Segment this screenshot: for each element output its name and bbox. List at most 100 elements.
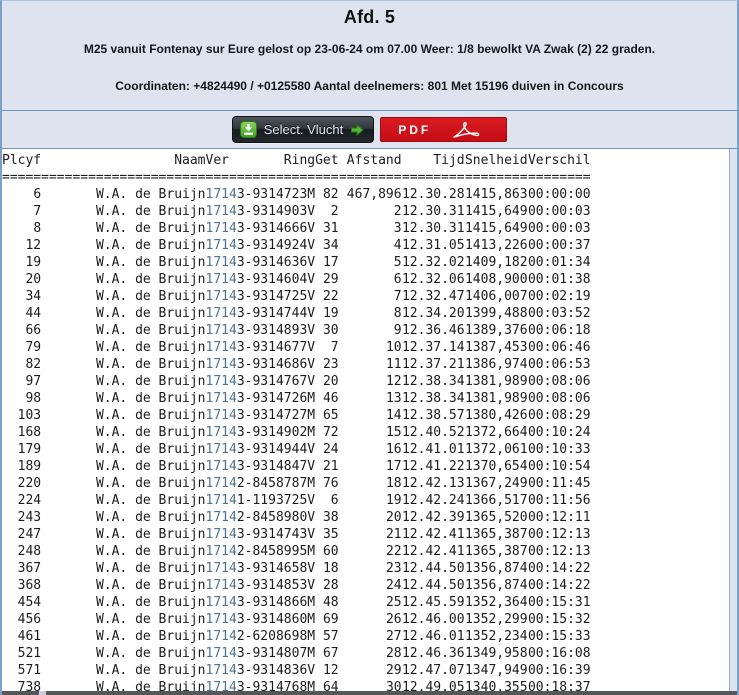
cell-get: 2	[330, 204, 339, 219]
pdf-button[interactable]: PDF	[380, 117, 508, 142]
cell-ver-link[interactable]: 1714	[206, 611, 237, 628]
cell-tijd: 12.47.07	[401, 663, 465, 678]
cell-plcyf: 6	[33, 187, 42, 202]
cell-ver-link[interactable]: 1714	[206, 407, 237, 424]
cell-get: 18	[322, 561, 339, 576]
cell-ver-link[interactable]: 1714	[206, 594, 237, 611]
cell-ver-link[interactable]: 1714	[206, 458, 237, 475]
cell-ver-link[interactable]: 1714	[206, 254, 237, 271]
cell-ring: 3-9314944V	[236, 442, 316, 457]
report-header: Afd. 5 M25 vanuit Fontenay sur Eure gelo…	[2, 1, 737, 111]
table-row: 8 W.A. de Bruijn 1714 3-9314666V 31 3 12…	[2, 220, 590, 237]
cell-plcyf: 97	[25, 374, 42, 389]
cell-ver-link[interactable]: 1714	[206, 492, 237, 509]
cell-ver-link[interactable]: 1714	[206, 322, 237, 339]
cell-snelheid: 1372,664	[464, 425, 528, 440]
cell-plcyf: 44	[25, 306, 42, 321]
cell-naam: W.A. de Bruijn	[95, 595, 206, 610]
cell-verschil: 00:11:45	[527, 476, 591, 491]
cell-ver-link[interactable]: 1714	[206, 526, 237, 543]
col-ver: Ver	[205, 153, 229, 168]
table-row: 79 W.A. de Bruijn 1714 3-9314677V 7 10 1…	[2, 339, 590, 356]
cell-get: 21	[322, 459, 339, 474]
cell-ver-link[interactable]: 1714	[206, 475, 237, 492]
cell-ver-link[interactable]: 1714	[206, 645, 237, 662]
cell-snelheid: 1380,426	[464, 408, 528, 423]
cell-naam: W.A. de Bruijn	[95, 306, 206, 321]
cell-ring: 2-8458995M	[236, 544, 316, 559]
cell-naam: W.A. de Bruijn	[95, 646, 206, 661]
cell-verschil: 00:00:03	[527, 204, 591, 219]
cell-naam: W.A. de Bruijn	[95, 187, 206, 202]
cell-snelheid: 1365,520	[464, 510, 528, 525]
cell-ver-link[interactable]: 1714	[206, 424, 237, 441]
cell-ver-link[interactable]: 1714	[206, 339, 237, 356]
cell-plcyf: 19	[25, 255, 42, 270]
separator: =====================	[41, 170, 206, 185]
cell-tijd: 12.40.52	[401, 425, 465, 440]
cell-ver-link[interactable]: 1714	[206, 560, 237, 577]
cell-afstand: 25	[385, 595, 402, 610]
cell-ver-link[interactable]: 1714	[206, 203, 237, 220]
cell-ver-link[interactable]: 1714	[206, 271, 237, 288]
cell-ver-link[interactable]: 1714	[206, 356, 237, 373]
cell-afstand: 13	[385, 391, 402, 406]
cell-snelheid: 1356,874	[464, 561, 528, 576]
cell-ver-link[interactable]: 1714	[206, 441, 237, 458]
cell-get: 35	[322, 527, 339, 542]
cell-naam: W.A. de Bruijn	[95, 340, 206, 355]
cell-ver-link[interactable]: 1714	[206, 237, 237, 254]
cell-plcyf: 179	[17, 442, 42, 457]
cell-snelheid: 1370,654	[464, 459, 528, 474]
cell-tijd: 12.38.34	[401, 374, 465, 389]
cell-ver-link[interactable]: 1714	[206, 373, 237, 390]
cell-ring: 2-8458787M	[236, 476, 316, 491]
cell-ring: 3-9314902M	[236, 425, 316, 440]
cell-afstand: 19	[385, 493, 402, 508]
cell-tijd: 12.46.00	[401, 612, 465, 627]
cell-ver-link[interactable]: 1714	[206, 509, 237, 526]
results-body: 6 W.A. de Bruijn 1714 3-9314723M 82 467,…	[2, 186, 591, 695]
cell-snelheid: 1415,649	[464, 204, 528, 219]
cell-plcyf: 66	[25, 323, 42, 338]
cell-tijd: 12.37.21	[401, 357, 465, 372]
table-row: 248 W.A. de Bruijn 1714 2-8458995M 60 22…	[2, 543, 591, 560]
cell-afstand: 3	[393, 221, 402, 236]
cell-snelheid: 1366,517	[464, 493, 528, 508]
cell-ver-link[interactable]: 1714	[206, 662, 237, 679]
cell-naam: W.A. de Bruijn	[95, 476, 206, 491]
cell-ver-link[interactable]: 1714	[206, 577, 237, 594]
cell-get: 29	[322, 272, 339, 287]
cell-verschil: 00:10:54	[527, 459, 591, 474]
cell-ver-link[interactable]: 1714	[206, 186, 237, 203]
cell-ver-link[interactable]: 1714	[206, 220, 237, 237]
cell-afstand: 27	[385, 629, 402, 644]
cell-snelheid: 1381,989	[464, 374, 528, 389]
cell-tijd: 12.42.24	[401, 493, 465, 508]
cell-ring: 3-9314847V	[236, 459, 316, 474]
cell-snelheid: 1367,249	[464, 476, 528, 491]
cell-plcyf: 571	[17, 663, 42, 678]
select-flight-button[interactable]: Select. Vlucht	[231, 116, 375, 143]
cell-ver-link[interactable]: 1714	[206, 390, 237, 407]
table-row: 224 W.A. de Bruijn 1714 1-1193725V 6 19 …	[2, 492, 591, 509]
cell-plcyf: 168	[17, 425, 42, 440]
cell-plcyf: 243	[17, 510, 42, 525]
cell-ver-link[interactable]: 1714	[206, 628, 237, 645]
cell-tijd: 12.45.59	[401, 595, 465, 610]
cell-plcyf: 79	[25, 340, 42, 355]
cell-ver-link[interactable]: 1714	[206, 288, 237, 305]
cell-naam: W.A. de Bruijn	[95, 255, 206, 270]
cell-ring: 3-9314924V	[236, 238, 316, 253]
col-naam: Naam	[174, 153, 206, 168]
cell-ring: 3-9314836V	[236, 663, 316, 678]
cell-ring: 3-9314677V	[236, 340, 316, 355]
cell-get: 67	[322, 646, 339, 661]
cell-tijd: 12.44.50	[401, 578, 465, 593]
cell-ver-link[interactable]: 1714	[206, 305, 237, 322]
cell-verschil: 00:15:32	[527, 612, 591, 627]
cell-get: 34	[322, 238, 339, 253]
cell-verschil: 00:14:22	[527, 561, 591, 576]
cell-tijd: 12.42.41	[401, 527, 465, 542]
cell-ver-link[interactable]: 1714	[206, 543, 237, 560]
